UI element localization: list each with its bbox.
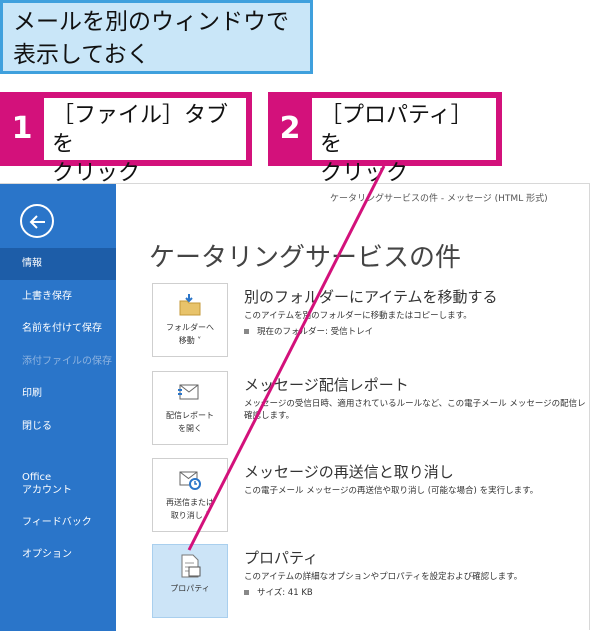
- properties-button-label: プロパティ: [170, 584, 210, 593]
- step-2-callout: 2 ［プロパティ］を クリック: [268, 92, 502, 186]
- step-1-callout: 1 ［ファイル］タブを クリック: [0, 92, 252, 186]
- delivery-report-title: メッセージ配信レポート: [244, 376, 409, 394]
- sidebar-item-info[interactable]: 情報: [0, 248, 116, 280]
- step-1-number: 1: [11, 111, 33, 146]
- sidebar-item-save[interactable]: 上書き保存: [0, 281, 116, 313]
- step-2-number: 2: [279, 111, 301, 146]
- sidebar-item-save-attachments[interactable]: 添付ファイルの保存: [0, 346, 116, 378]
- delivery-report-icon: [178, 384, 199, 400]
- instruction-heading: メールを別のウィンドウで 表示しておく: [0, 0, 313, 74]
- properties-button[interactable]: プロパティ: [152, 544, 228, 618]
- step-2-text: ［プロパティ］を クリック: [312, 98, 496, 186]
- move-to-folder-label: フォルダーへ 移動 ˅: [166, 323, 214, 345]
- step-1-text: ［ファイル］タブを クリック: [44, 98, 246, 186]
- delivery-report-section: 配信レポート を開く メッセージ配信レポート メッセージの受信日時、適用されてい…: [152, 371, 586, 445]
- window-title: ケータリングサービスの件 - メッセージ (HTML 形式): [330, 194, 548, 204]
- sidebar-item-save-as[interactable]: 名前を付けて保存: [0, 313, 116, 345]
- move-item-title: 別のフォルダーにアイテムを移動する: [244, 288, 498, 306]
- sidebar-item-options[interactable]: オプション: [0, 539, 116, 571]
- sidebar-item-feedback[interactable]: フィードバック: [0, 507, 116, 539]
- open-delivery-report-button[interactable]: 配信レポート を開く: [152, 371, 228, 445]
- properties-section: プロパティ プロパティ このアイテムの詳細なオプションやプロパティを設定および確…: [152, 544, 572, 618]
- resend-recall-label: 再送信または 取り消し ˅: [166, 498, 214, 520]
- resend-recall-section: 再送信または 取り消し ˅ メッセージの再送信と取り消し この電子メール メッセ…: [152, 458, 572, 532]
- size-text: サイズ: 41 KB: [257, 588, 313, 598]
- back-arrow-icon[interactable]: [20, 204, 54, 238]
- bullet-icon: [244, 590, 249, 595]
- sidebar-item-close[interactable]: 閉じる: [0, 411, 116, 443]
- resend-recall-title: メッセージの再送信と取り消し: [244, 463, 454, 481]
- resend-recall-button[interactable]: 再送信または 取り消し ˅: [152, 458, 228, 532]
- properties-icon: [181, 554, 201, 578]
- delivery-report-detail: 確認します。: [244, 411, 295, 421]
- outlook-backstage-window: 情報 上書き保存 名前を付けて保存 添付ファイルの保存 印刷 閉じる Offic…: [0, 183, 590, 631]
- bullet-icon: [244, 329, 249, 334]
- open-delivery-report-label: 配信レポート を開く: [166, 411, 214, 433]
- sidebar-item-print[interactable]: 印刷: [0, 378, 116, 410]
- backstage-sidebar: 情報 上書き保存 名前を付けて保存 添付ファイルの保存 印刷 閉じる Offic…: [0, 184, 116, 631]
- move-to-folder-button[interactable]: フォルダーへ 移動 ˅: [152, 283, 228, 357]
- current-folder-detail: 現在のフォルダー: 受信トレイ: [244, 325, 373, 337]
- move-folder-icon: [179, 294, 201, 316]
- current-folder-text: 現在のフォルダー: 受信トレイ: [257, 327, 374, 337]
- sidebar-item-office-account[interactable]: Office アカウント: [0, 468, 116, 500]
- size-detail: サイズ: 41 KB: [244, 586, 313, 598]
- mail-heading: ケータリングサービスの件: [149, 243, 462, 273]
- delivery-report-description: メッセージの受信日時、適用されているルールなど、この電子メール メッセージの配信…: [244, 399, 586, 409]
- properties-description: このアイテムの詳細なオプションやプロパティを設定および確認します。: [244, 572, 523, 582]
- properties-title: プロパティ: [244, 549, 319, 567]
- resend-icon: [179, 471, 201, 490]
- resend-recall-description: この電子メール メッセージの再送信や取り消し (可能な場合) を実行します。: [244, 486, 539, 496]
- move-item-section: フォルダーへ 移動 ˅ 別のフォルダーにアイテムを移動する このアイテムを別のフ…: [152, 283, 572, 357]
- move-item-description: このアイテムを別のフォルダーに移動またはコピーします。: [244, 311, 472, 321]
